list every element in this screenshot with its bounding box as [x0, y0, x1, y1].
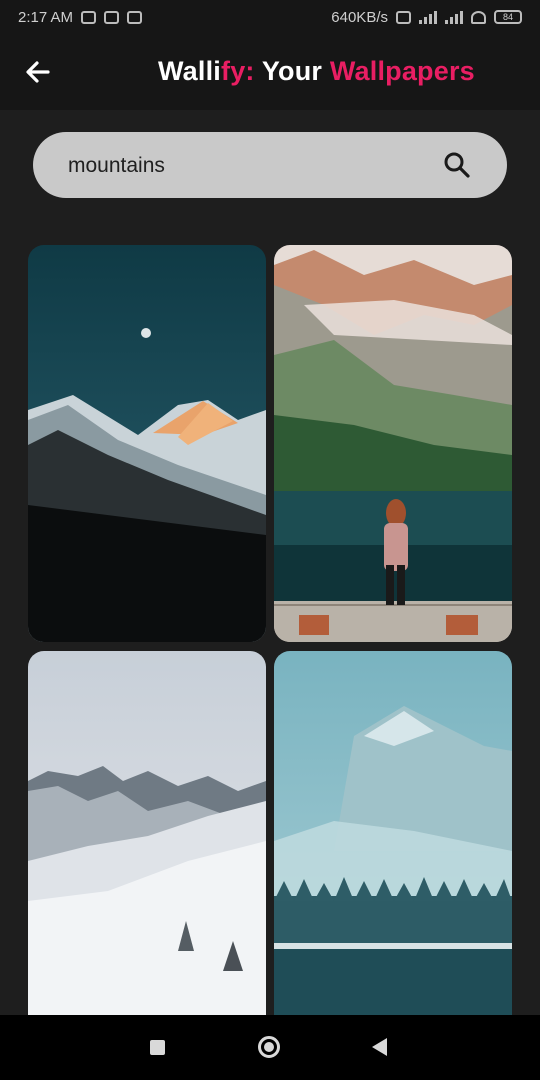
recent-apps-button[interactable]: [150, 1040, 165, 1055]
title-part: fy:: [221, 56, 255, 86]
back-button[interactable]: [20, 54, 56, 90]
title-part: Your: [254, 56, 330, 86]
search-button[interactable]: [443, 151, 471, 179]
system-back-button[interactable]: [372, 1038, 387, 1056]
title-part: Walli: [158, 56, 222, 86]
wallpaper-card[interactable]: [28, 245, 266, 642]
search-bar: [33, 132, 507, 198]
signal-icon: [419, 10, 437, 24]
page-title: Wallify: Your Wallpapers: [158, 56, 475, 87]
wallpaper-card[interactable]: [274, 245, 512, 642]
wallpaper-card[interactable]: [28, 651, 266, 1015]
arrow-left-icon: [26, 61, 50, 83]
status-bar: 2:17 AM 640KB/s 84: [0, 0, 540, 34]
search-input[interactable]: [66, 146, 430, 186]
home-button[interactable]: [258, 1036, 280, 1058]
signal-icon: [445, 10, 463, 24]
network-speed: 640KB/s: [331, 8, 388, 26]
wifi-icon: [471, 10, 486, 24]
status-left: 2:17 AM: [18, 8, 143, 26]
wallpaper-image: [28, 245, 266, 642]
search-icon: [444, 152, 470, 178]
wallpaper-card[interactable]: [274, 651, 512, 1015]
wallpaper-image: [274, 651, 512, 1015]
status-right: 640KB/s 84: [331, 9, 522, 26]
status-time: 2:17 AM: [18, 8, 74, 26]
notification-icon: [127, 10, 143, 24]
wallpaper-image: [28, 651, 266, 1015]
app-bar: Wallify: Your Wallpapers: [0, 34, 540, 110]
alarm-icon: [396, 10, 411, 24]
title-part: Wallpapers: [329, 56, 475, 86]
notification-icon: [104, 10, 120, 24]
notification-icon: [81, 10, 97, 24]
wallpaper-image: [274, 245, 512, 642]
navigation-bar: [0, 1015, 540, 1080]
battery-icon: 84: [494, 10, 522, 24]
